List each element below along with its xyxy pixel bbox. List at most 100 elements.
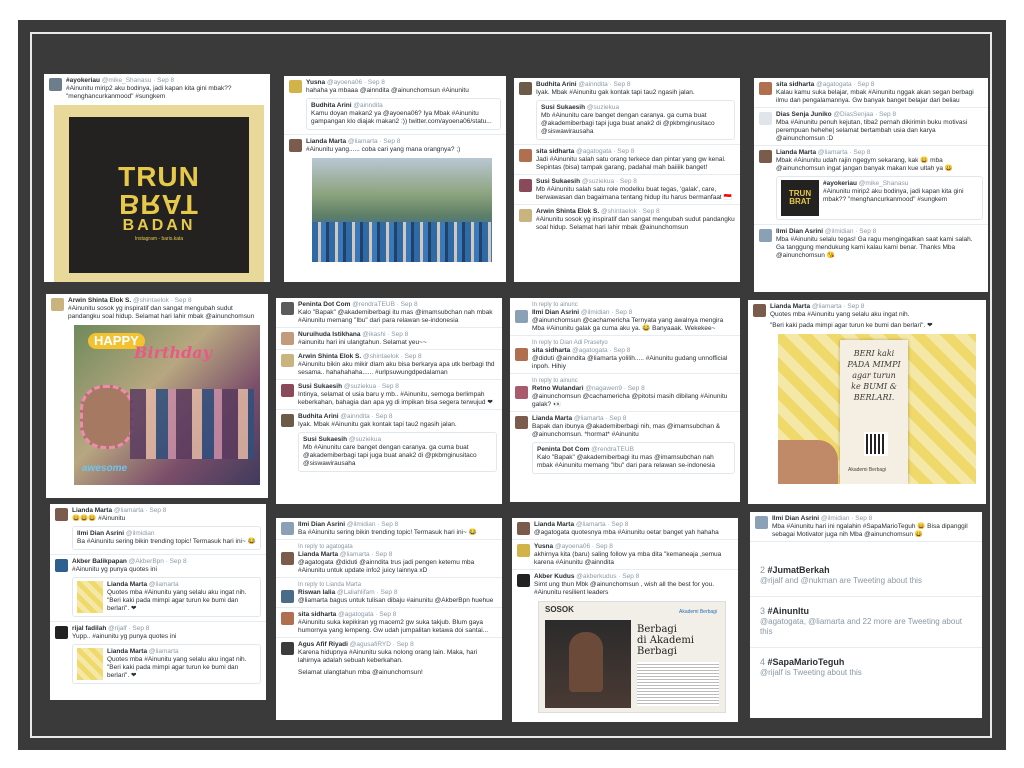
author-name[interactable]: Lianda Marta bbox=[72, 507, 112, 514]
tweet[interactable]: Lianda Marta @liamarta · Sep 8 Mbak #Ain… bbox=[754, 146, 988, 225]
quoted-tweet[interactable]: Lianda Marta @liamarta Quotes mba #Ainun… bbox=[72, 577, 261, 617]
author-name[interactable]: Yusna bbox=[534, 543, 553, 550]
author-name[interactable]: Lianda Marta bbox=[770, 303, 810, 310]
author-name[interactable]: Lianda Marta bbox=[306, 138, 346, 145]
tweet[interactable]: Agus Afif Riyadi @agusafiRYD · Sep 8 Kar… bbox=[276, 638, 502, 679]
author-name[interactable]: Retno Wulandari bbox=[532, 385, 584, 392]
tweet[interactable]: Budhita Arini @ainndita · Sep 8 Iyak. Mb… bbox=[276, 410, 502, 476]
avatar[interactable] bbox=[289, 139, 302, 152]
avatar[interactable] bbox=[759, 82, 772, 95]
tweet[interactable]: rijal fadilah @rijalf · Sep 8 Yupp.. #ai… bbox=[50, 622, 266, 688]
author-name[interactable]: Ilmi Dian Asrini bbox=[772, 515, 819, 522]
tweet[interactable]: Ilmi Dian Asrini @ilmidian · Sep 8 Ba #A… bbox=[276, 518, 502, 540]
quoted-tweet[interactable]: Peninta Dot Com @rendraTEUB Kalo "Bapak"… bbox=[532, 442, 735, 474]
avatar[interactable] bbox=[515, 416, 528, 429]
quote-card-photo[interactable]: BERI kaki PADA MIMPI agar turun ke BUMI … bbox=[778, 334, 976, 484]
author-name[interactable]: #ayokeriau bbox=[66, 77, 100, 84]
tweet[interactable]: Lianda Marta @liamarta · Sep 8 Quotes mb… bbox=[748, 300, 986, 332]
author-name[interactable]: Ilmi Dian Asrini bbox=[776, 228, 823, 235]
tweet[interactable]: Susi Sukaesih @suziekua · Sep 8 Mb #Ainu… bbox=[514, 175, 740, 205]
trend-tag[interactable]: #SapaMarioTeguh bbox=[768, 657, 845, 667]
tweet[interactable]: In reply to Dian Adi Prasetyo sita sidha… bbox=[510, 336, 740, 374]
tweet[interactable]: In reply to ainunc Ilmi Dian Asrini @ilm… bbox=[510, 298, 740, 336]
author-name[interactable]: sita sidharta bbox=[298, 611, 336, 618]
tweet[interactable]: In reply to Lianda Marta Riswan lalia @L… bbox=[276, 578, 502, 608]
avatar[interactable] bbox=[519, 82, 532, 95]
avatar[interactable] bbox=[281, 522, 294, 535]
author-name[interactable]: Lianda Marta bbox=[534, 521, 574, 528]
author-name[interactable]: Akber Balikpapan bbox=[72, 558, 127, 565]
avatar[interactable] bbox=[517, 522, 530, 535]
trend-item[interactable]: 4 #SapaMarioTeguh @rijalf is Tweeting ab… bbox=[750, 648, 982, 688]
avatar[interactable] bbox=[55, 626, 68, 639]
quoted-tweet[interactable]: Susi Sukaesih @suziekua Mb #Ainunitu car… bbox=[536, 100, 735, 140]
trend-item[interactable]: 2 #JumatBerkah @rijalf and @nukman are T… bbox=[750, 556, 982, 597]
author-name[interactable]: Lianda Marta bbox=[776, 149, 816, 156]
avatar[interactable] bbox=[281, 384, 294, 397]
tweet[interactable]: Lianda Marta @liamarta · Sep 8 😀😀😀 #Ainu… bbox=[50, 504, 266, 555]
tweet[interactable]: Lianda Marta @liamarta · Sep 8 #Ainunitu… bbox=[284, 135, 506, 156]
author-name[interactable]: Susi Sukaesih bbox=[298, 383, 342, 390]
avatar[interactable] bbox=[759, 150, 772, 163]
tweet[interactable]: #ayokeriau @mike_Shanasu · Sep 8 #Ainuni… bbox=[44, 74, 270, 103]
author-name[interactable]: Lianda Marta bbox=[298, 551, 338, 558]
author-name[interactable]: Lianda Marta bbox=[532, 415, 572, 422]
author-name[interactable]: Ilmi Dian Asrini bbox=[298, 521, 345, 528]
author-name[interactable]: Susi Sukaesih bbox=[536, 178, 580, 185]
author-name[interactable]: Ilmi Dian Asrini bbox=[532, 309, 579, 316]
tweet[interactable]: Yusna @ayoena06 · Sep 8 akhirnya kita (b… bbox=[512, 540, 738, 570]
quoted-tweet[interactable]: Ilmi Dian Asrini @ilmidian Ba #Ainunitu … bbox=[72, 526, 261, 550]
avatar[interactable] bbox=[289, 80, 302, 93]
avatar[interactable] bbox=[281, 552, 294, 565]
avatar[interactable] bbox=[281, 642, 294, 655]
reply-context[interactable]: In reply to agatogata bbox=[298, 543, 497, 551]
avatar[interactable] bbox=[55, 508, 68, 521]
avatar[interactable] bbox=[755, 516, 768, 529]
author-name[interactable]: sita sidharta bbox=[532, 347, 570, 354]
author-name[interactable]: Arwin Shinta Elok S. bbox=[298, 353, 361, 360]
avatar[interactable] bbox=[281, 302, 294, 315]
avatar[interactable] bbox=[281, 612, 294, 625]
tweet[interactable]: Lianda Marta @liamarta · Sep 8 @agatogat… bbox=[512, 518, 738, 540]
tweet[interactable]: Budhita Arini @ainndita · Sep 8 Iyak. Mb… bbox=[514, 78, 740, 145]
tweet[interactable]: Arwin Shinta Elok S. @shintaelok · Sep 8… bbox=[276, 350, 502, 380]
avatar[interactable] bbox=[517, 544, 530, 557]
trend-tag[interactable]: #AinunItu bbox=[768, 606, 810, 616]
tweet[interactable]: Lianda Marta @liamarta · Sep 8 Bapak dan… bbox=[510, 412, 740, 478]
author-name[interactable]: Budhita Arini bbox=[298, 413, 339, 420]
tweet[interactable]: Ilmi Dian Asrini @ilmidian · Sep 8 Mba #… bbox=[750, 512, 982, 542]
author-name[interactable]: Nuruihuda Istikhana bbox=[298, 331, 360, 338]
avatar[interactable] bbox=[515, 348, 528, 361]
author-name[interactable]: Agus Afif Riyadi bbox=[298, 641, 348, 648]
author-name[interactable]: Riswan lalia bbox=[298, 589, 335, 596]
poster-image[interactable]: TRUN BRAT BADAN Instagram - baris.kata bbox=[54, 105, 264, 282]
tweet[interactable]: Yusna @ayoena06 · Sep 8 hahaha ya mbaaa … bbox=[284, 76, 506, 135]
reply-context[interactable]: In reply to Dian Adi Prasetyo bbox=[532, 339, 735, 347]
avatar[interactable] bbox=[519, 149, 532, 162]
avatar[interactable] bbox=[281, 590, 294, 603]
author-name[interactable]: sita sidharta bbox=[536, 148, 574, 155]
author-name[interactable]: Yusna bbox=[306, 79, 325, 86]
birthday-photo[interactable]: HAPPY Birthday awesome bbox=[74, 325, 260, 485]
avatar[interactable] bbox=[55, 559, 68, 572]
tweet[interactable]: Akber Balikpapan @AkberBpn · Sep 8 #Ainu… bbox=[50, 555, 266, 622]
tweet[interactable]: Dias Senja Juniko @DiasSenjaa · Sep 8 Mb… bbox=[754, 108, 988, 146]
avatar[interactable] bbox=[519, 209, 532, 222]
avatar[interactable] bbox=[281, 414, 294, 427]
newspaper-clipping[interactable]: SOSOK Berbagi di Akademi Berbagi Akademi… bbox=[538, 601, 726, 713]
reply-context[interactable]: In reply to ainunc bbox=[532, 301, 735, 309]
tweet[interactable]: sita sidharta @agatogata · Sep 8 Kalau k… bbox=[754, 78, 988, 108]
avatar[interactable] bbox=[281, 354, 294, 367]
quoted-tweet[interactable]: TRUN BRAT #ayokeriau @mike_Shanasu #Ainun… bbox=[776, 176, 983, 220]
tweet[interactable]: Ilmi Dian Asrini @ilmidian · Sep 8 Mba #… bbox=[754, 225, 988, 262]
avatar[interactable] bbox=[281, 332, 294, 345]
avatar[interactable] bbox=[753, 304, 766, 317]
trend-item[interactable]: 3 #AinunItu @agatogata, @liamarta and 22… bbox=[750, 597, 982, 648]
quoted-tweet[interactable]: Susi Sukaesih @suziekua Mb #Ainunitu car… bbox=[298, 432, 497, 472]
reply-context[interactable]: In reply to ainunc bbox=[532, 377, 735, 385]
tweet[interactable]: Akber Kudus @akberkudus · Sep 8 Simt ung… bbox=[512, 570, 738, 599]
avatar[interactable] bbox=[517, 574, 530, 587]
author-name[interactable]: Dias Senja Juniko bbox=[776, 111, 832, 118]
tweet[interactable]: Arwin Shinta Elok S. @shintaelok · Sep 8… bbox=[514, 205, 740, 234]
avatar[interactable] bbox=[515, 310, 528, 323]
